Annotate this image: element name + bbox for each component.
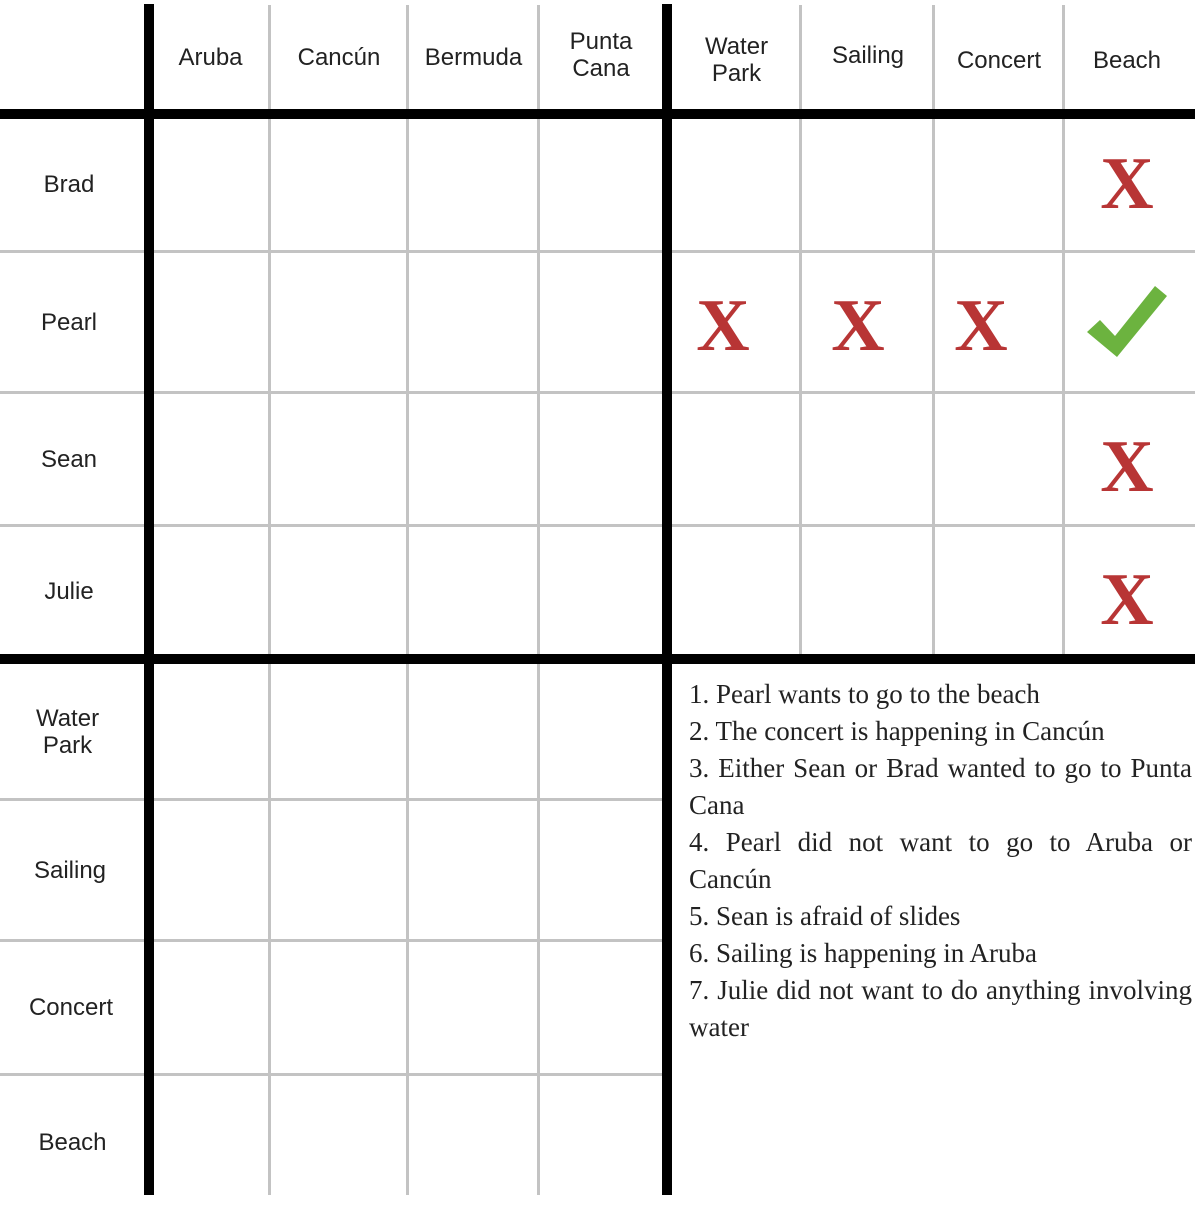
row-header-pearl: Pearl bbox=[40, 308, 98, 336]
x-mark-pearl-concert[interactable]: X bbox=[926, 253, 1036, 398]
row-header-water-park: Water Park bbox=[35, 704, 100, 759]
grid-divider bbox=[144, 4, 154, 1195]
clues-list: 1. Pearl wants to go to the beach 2. The… bbox=[689, 676, 1192, 1046]
grid-line bbox=[537, 5, 540, 1195]
grid-line bbox=[1062, 5, 1065, 655]
col-header-aruba: Aruba bbox=[178, 44, 243, 71]
col-header-beach: Beach bbox=[1092, 46, 1162, 74]
col-header-water-park: Water Park bbox=[704, 33, 769, 87]
clue-5: 5. Sean is afraid of slides bbox=[689, 901, 961, 931]
x-mark-julie-beach[interactable]: X bbox=[1066, 527, 1188, 672]
x-mark-pearl-sailing[interactable]: X bbox=[803, 253, 913, 398]
clue-2: 2. The concert is happening in Cancún bbox=[689, 716, 1105, 746]
grid-divider bbox=[0, 109, 1195, 119]
x-mark-sean-beach[interactable]: X bbox=[1066, 394, 1188, 539]
clue-6: 6. Sailing is happening in Aruba bbox=[689, 938, 1037, 968]
col-header-cancun: Cancún bbox=[297, 44, 381, 71]
clue-1: 1. Pearl wants to go to the beach bbox=[689, 679, 1040, 709]
grid-line bbox=[0, 939, 665, 942]
clue-3: 3. Either Sean or Brad wanted to go to P… bbox=[689, 753, 1192, 820]
grid-line bbox=[0, 1073, 665, 1076]
check-icon bbox=[1087, 286, 1167, 357]
check-mark-pearl-beach[interactable] bbox=[1066, 253, 1188, 391]
x-mark-pearl-water-park[interactable]: X bbox=[668, 253, 778, 398]
row-header-julie: Julie bbox=[44, 577, 94, 605]
grid-line bbox=[268, 5, 271, 1195]
col-header-punta-cana: Punta Cana bbox=[569, 28, 633, 82]
x-mark-brad-beach[interactable]: X bbox=[1066, 118, 1188, 250]
row-header-sailing: Sailing bbox=[33, 856, 107, 884]
row-header-concert: Concert bbox=[28, 994, 114, 1021]
grid-line bbox=[406, 5, 409, 1195]
grid-divider bbox=[662, 4, 672, 1195]
clue-4: 4. Pearl did not want to go to Aruba or … bbox=[689, 827, 1192, 894]
col-header-concert: Concert bbox=[956, 46, 1042, 74]
clue-7: 7. Julie did not want to do anything inv… bbox=[689, 975, 1192, 1042]
logic-grid-puzzle: Aruba Cancún Bermuda Punta Cana Water Pa… bbox=[0, 0, 1200, 1195]
grid-line bbox=[799, 5, 802, 655]
grid-line bbox=[0, 524, 1195, 527]
row-header-brad: Brad bbox=[43, 170, 95, 198]
col-header-bermuda: Bermuda bbox=[424, 44, 523, 71]
col-header-sailing: Sailing bbox=[831, 41, 905, 69]
grid-divider bbox=[0, 654, 1195, 664]
grid-line bbox=[0, 798, 665, 801]
row-header-sean: Sean bbox=[40, 445, 98, 473]
row-header-beach: Beach bbox=[38, 1128, 107, 1156]
